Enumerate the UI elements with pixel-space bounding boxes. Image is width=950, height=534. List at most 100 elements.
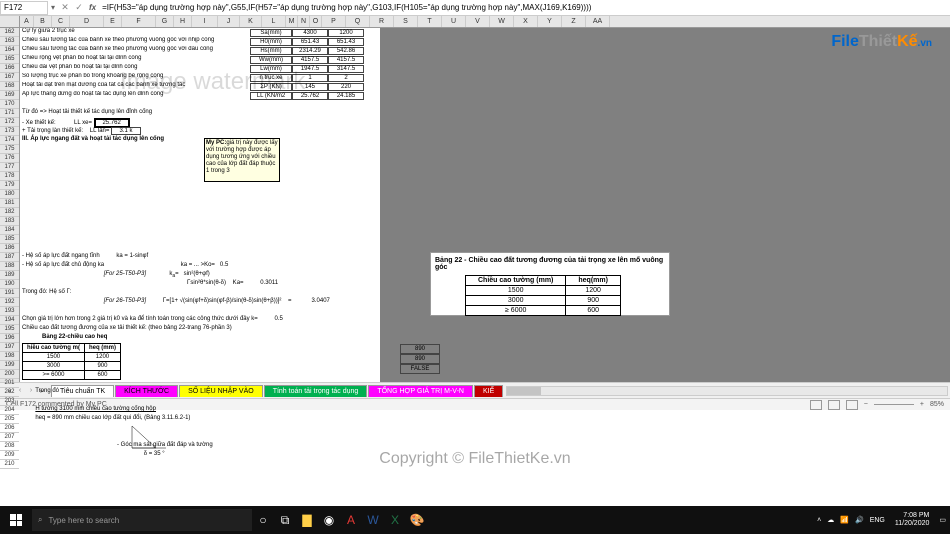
row-header-202[interactable]: 202: [0, 388, 19, 397]
zoom-in[interactable]: +: [920, 401, 924, 408]
col-header-N[interactable]: N: [298, 16, 310, 27]
sheet-tab-2[interactable]: SỐ LIỆU NHẬP VÀO: [179, 385, 263, 397]
row-header-200[interactable]: 200: [0, 370, 19, 379]
row-header-188[interactable]: 188: [0, 262, 19, 271]
zoom-out[interactable]: −: [864, 401, 868, 408]
row-header-198[interactable]: 198: [0, 352, 19, 361]
row-header-210[interactable]: 210: [0, 460, 19, 469]
row-header-194[interactable]: 194: [0, 316, 19, 325]
row-header-209[interactable]: 209: [0, 451, 19, 460]
row-header-182[interactable]: 182: [0, 208, 19, 217]
cortana-icon[interactable]: ○: [252, 506, 274, 534]
tray-lang[interactable]: ENG: [870, 517, 885, 524]
horizontal-scrollbar[interactable]: [506, 386, 948, 396]
row-header-167[interactable]: 167: [0, 73, 19, 82]
row-header-197[interactable]: 197: [0, 343, 19, 352]
row-header-185[interactable]: 185: [0, 235, 19, 244]
view-layout[interactable]: [828, 400, 840, 410]
row-header-206[interactable]: 206: [0, 424, 19, 433]
row-header-207[interactable]: 207: [0, 433, 19, 442]
row-header-193[interactable]: 193: [0, 307, 19, 316]
sheet-tab-1[interactable]: KÍCH THƯỚC: [115, 385, 178, 397]
col-header-R[interactable]: R: [370, 16, 394, 27]
col-header-AA[interactable]: AA: [586, 16, 610, 27]
row-header-169[interactable]: 169: [0, 91, 19, 100]
row-header-186[interactable]: 186: [0, 244, 19, 253]
col-header-K[interactable]: K: [240, 16, 262, 27]
taskview-icon[interactable]: ⧉: [274, 506, 296, 534]
view-normal[interactable]: [810, 400, 822, 410]
formula-bar[interactable]: =IF(H53="áp dụng trường hợp này",G55,IF(…: [99, 1, 950, 15]
system-tray[interactable]: ˄ ☁ 📶 🔊 ENG 7:08 PM 11/20/2020 ▭: [813, 512, 950, 528]
col-header-J[interactable]: J: [218, 16, 240, 27]
col-header-W[interactable]: W: [490, 16, 514, 27]
tray-notifications-icon[interactable]: ▭: [939, 516, 946, 524]
col-header-E[interactable]: E: [104, 16, 122, 27]
col-header-V[interactable]: V: [466, 16, 490, 27]
worksheet-grid[interactable]: Cự ly giữa 2 trục xeSa(mm)43001200Chiều …: [20, 28, 950, 382]
col-header-I[interactable]: I: [192, 16, 218, 27]
row-header-183[interactable]: 183: [0, 217, 19, 226]
row-header-187[interactable]: 187: [0, 253, 19, 262]
app-paint[interactable]: 🎨: [406, 506, 428, 534]
cancel-formula[interactable]: ✕: [58, 1, 72, 15]
row-header-203[interactable]: 203: [0, 397, 19, 406]
tray-chevron-icon[interactable]: ˄: [817, 517, 821, 524]
row-header-205[interactable]: 205: [0, 415, 19, 424]
name-box[interactable]: F172: [0, 1, 48, 15]
row-header-201[interactable]: 201: [0, 379, 19, 388]
fx-icon[interactable]: fx: [89, 3, 96, 12]
row-header-178[interactable]: 178: [0, 172, 19, 181]
tray-wifi-icon[interactable]: 📶: [840, 516, 849, 524]
tray-cloud-icon[interactable]: ☁: [827, 516, 834, 524]
zoom-level[interactable]: 85%: [930, 401, 944, 408]
row-header-164[interactable]: 164: [0, 46, 19, 55]
col-header-X[interactable]: X: [514, 16, 538, 27]
row-header-175[interactable]: 175: [0, 145, 19, 154]
row-header-179[interactable]: 179: [0, 181, 19, 190]
row-header-180[interactable]: 180: [0, 190, 19, 199]
sheet-tab-4[interactable]: TỔNG HỢP GIÁ TRỊ M-V-N: [368, 385, 473, 397]
col-header-F[interactable]: F: [122, 16, 156, 27]
row-header-177[interactable]: 177: [0, 163, 19, 172]
app-excel[interactable]: X: [384, 506, 406, 534]
tray-clock[interactable]: 7:08 PM 11/20/2020: [891, 512, 934, 528]
col-header-Y[interactable]: Y: [538, 16, 562, 27]
namebox-dropdown[interactable]: ▾: [48, 1, 58, 15]
col-header-S[interactable]: S: [394, 16, 418, 27]
col-header-C[interactable]: C: [52, 16, 70, 27]
view-pagebreak[interactable]: [846, 400, 858, 410]
row-header-172[interactable]: 172: [0, 118, 19, 127]
app-autocad[interactable]: A: [340, 506, 362, 534]
row-header-181[interactable]: 181: [0, 199, 19, 208]
col-header-U[interactable]: U: [442, 16, 466, 27]
sheet-tab-5[interactable]: KIỂ: [474, 385, 503, 397]
tray-volume-icon[interactable]: 🔊: [855, 516, 864, 524]
row-header-168[interactable]: 168: [0, 82, 19, 91]
col-header-L[interactable]: L: [262, 16, 286, 27]
row-header-184[interactable]: 184: [0, 226, 19, 235]
col-header-O[interactable]: O: [310, 16, 322, 27]
row-header-165[interactable]: 165: [0, 55, 19, 64]
row-header-208[interactable]: 208: [0, 442, 19, 451]
row-header-204[interactable]: 204: [0, 406, 19, 415]
accept-formula[interactable]: ✓: [72, 1, 86, 15]
col-header-H[interactable]: H: [174, 16, 192, 27]
app-explorer[interactable]: ▇: [296, 506, 318, 534]
row-header-173[interactable]: 173: [0, 127, 19, 136]
row-header-191[interactable]: 191: [0, 289, 19, 298]
col-header-D[interactable]: D: [70, 16, 104, 27]
col-header-A[interactable]: A: [20, 16, 34, 27]
row-header-190[interactable]: 190: [0, 280, 19, 289]
row-header-170[interactable]: 170: [0, 100, 19, 109]
row-header-192[interactable]: 192: [0, 298, 19, 307]
row-header-176[interactable]: 176: [0, 154, 19, 163]
col-header-Q[interactable]: Q: [346, 16, 370, 27]
row-header-166[interactable]: 166: [0, 64, 19, 73]
select-all-corner[interactable]: [0, 16, 20, 27]
col-header-T[interactable]: T: [418, 16, 442, 27]
row-header-199[interactable]: 199: [0, 361, 19, 370]
row-header-171[interactable]: 171: [0, 109, 19, 118]
col-header-P[interactable]: P: [322, 16, 346, 27]
sheet-tab-0[interactable]: Tiêu chuẩn TK: [51, 385, 114, 397]
